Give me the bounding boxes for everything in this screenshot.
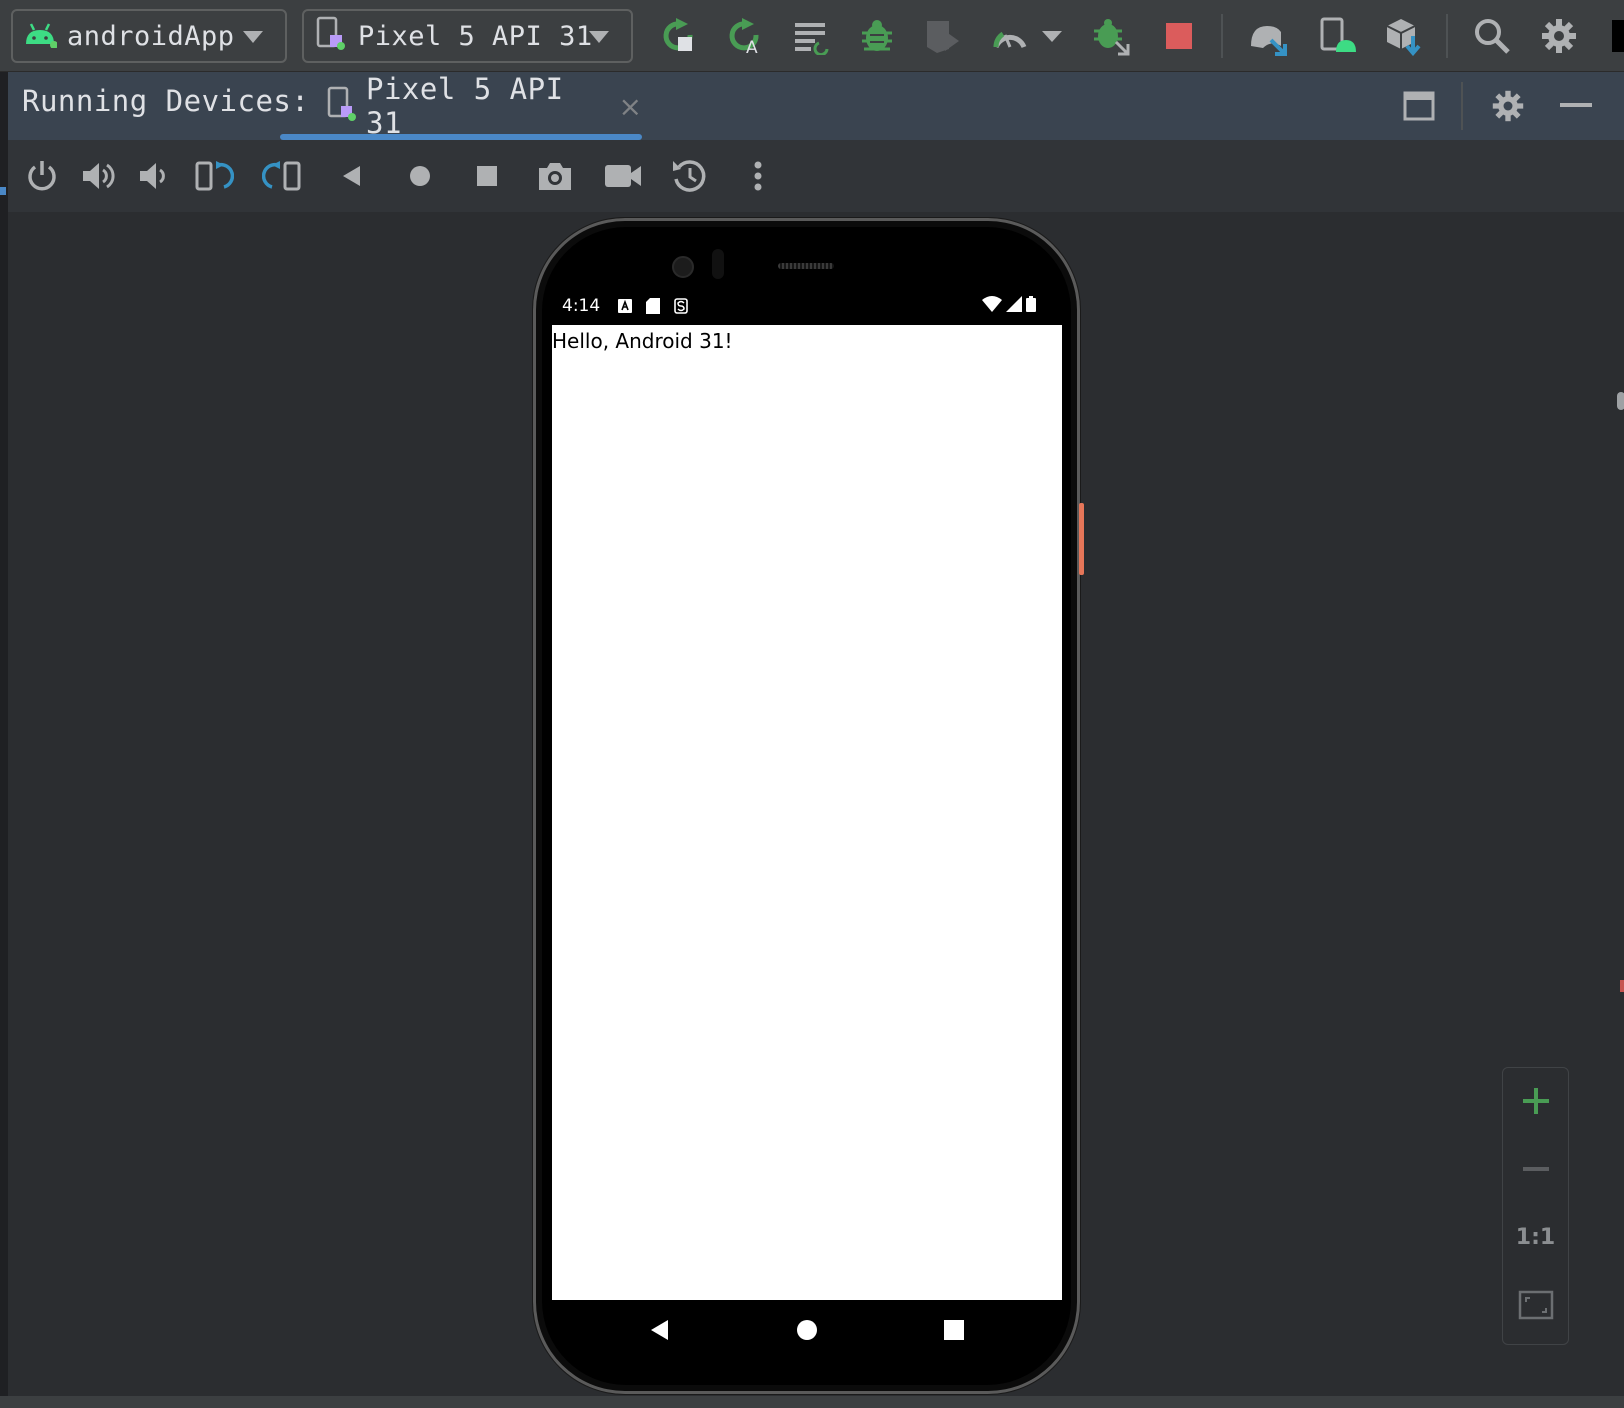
toolbar-separator [1446, 14, 1448, 58]
minus-icon [1522, 1167, 1549, 1171]
apply-changes-icon[interactable]: A [723, 14, 767, 58]
volume-up-icon[interactable] [77, 154, 121, 198]
nav-home-icon[interactable] [795, 1318, 819, 1342]
sensor-icon [712, 249, 724, 279]
status-icons-right [982, 296, 1036, 317]
sdk-manager-icon[interactable] [1381, 14, 1425, 58]
window-layout-icon[interactable] [1397, 84, 1441, 128]
device-selector-label: Pixel 5 API 31 [358, 20, 593, 52]
sync-notification-icon [674, 298, 688, 314]
android-icon [23, 18, 58, 55]
home-icon[interactable] [398, 154, 442, 198]
earpiece-speaker [778, 263, 834, 269]
settings-icon[interactable] [1537, 14, 1581, 58]
sync-gradle-icon[interactable] [1246, 14, 1290, 58]
keyboard-notification-icon [618, 299, 633, 313]
chevron-down-icon [243, 31, 263, 43]
front-camera-icon [672, 256, 694, 278]
coverage-icon[interactable] [920, 14, 964, 58]
screenshot-icon[interactable] [533, 154, 577, 198]
fit-screen-button[interactable] [1503, 1272, 1568, 1338]
nav-back-icon[interactable] [648, 1318, 672, 1342]
run-icon[interactable] [657, 14, 701, 58]
tab-pixel-5-api-31[interactable]: Pixel 5 API 31 × [280, 72, 642, 140]
close-icon[interactable]: × [619, 90, 642, 123]
left-gutter [0, 72, 8, 1408]
device-toolbar [8, 140, 1624, 212]
status-bar: 4:14 [552, 288, 1062, 324]
running-devices-title: Running Devices: [22, 84, 310, 118]
svg-text:A: A [746, 38, 758, 55]
nav-overview-icon[interactable] [942, 1318, 966, 1342]
actual-size-label: 1:1 [1515, 1224, 1556, 1250]
actual-size-button[interactable]: 1:1 [1503, 1204, 1568, 1270]
minimize-icon[interactable] [1554, 84, 1598, 128]
wifi-icon [982, 296, 1002, 317]
stop-icon[interactable] [1157, 14, 1201, 58]
device-screen[interactable]: Hello, Android 31! [552, 325, 1062, 1300]
volume-down-icon[interactable] [132, 154, 176, 198]
plus-icon [1522, 1088, 1549, 1114]
status-strip [0, 1396, 1624, 1408]
device-selector[interactable]: Pixel 5 API 31 [302, 9, 633, 63]
toolbar-separator [1221, 14, 1223, 58]
profile-dropdown-icon[interactable] [1037, 14, 1067, 58]
overview-icon[interactable] [465, 154, 509, 198]
rotate-right-icon[interactable] [260, 154, 304, 198]
scroll-indicator [1617, 392, 1624, 410]
rotate-left-icon[interactable] [192, 154, 236, 198]
device-icon [326, 86, 358, 126]
error-stripe-marker [1620, 980, 1624, 992]
signal-icon [1006, 296, 1022, 317]
run-config-selector[interactable]: androidApp [11, 9, 287, 63]
snapshot-icon[interactable] [668, 154, 712, 198]
search-icon[interactable] [1470, 14, 1514, 58]
main-toolbar: androidApp Pixel 5 API 31 A [0, 0, 1624, 72]
apply-code-changes-icon[interactable] [790, 14, 834, 58]
battery-icon [1026, 296, 1036, 317]
device-manager-icon[interactable] [1316, 14, 1360, 58]
zoom-in-button[interactable] [1503, 1068, 1568, 1134]
tab-label: Pixel 5 API 31 [366, 72, 564, 140]
chevron-down-icon [589, 31, 609, 43]
power-icon[interactable] [20, 154, 64, 198]
header-separator [1461, 82, 1463, 130]
run-config-label: androidApp [67, 20, 235, 52]
screen-record-icon[interactable] [601, 154, 645, 198]
app-greeting-text: Hello, Android 31! [552, 329, 733, 353]
settings-icon[interactable] [1486, 84, 1530, 128]
more-icon[interactable] [736, 154, 780, 198]
power-button[interactable] [1079, 503, 1084, 575]
status-time: 4:14 [562, 296, 601, 316]
profile-icon[interactable] [988, 14, 1032, 58]
debug-icon[interactable] [855, 14, 899, 58]
attach-debugger-icon[interactable] [1090, 14, 1134, 58]
fit-screen-icon [1518, 1290, 1553, 1320]
zoom-controls: 1:1 [1502, 1067, 1569, 1345]
zoom-out-button[interactable] [1503, 1136, 1568, 1202]
window-edge [1612, 20, 1624, 52]
sd-card-icon [646, 298, 661, 314]
android-nav-bar [552, 1300, 1062, 1360]
running-devices-header: Running Devices: Pixel 5 API 31 × [8, 72, 1624, 140]
gutter-marker [0, 187, 6, 195]
device-icon [314, 15, 348, 58]
back-icon[interactable] [330, 154, 374, 198]
